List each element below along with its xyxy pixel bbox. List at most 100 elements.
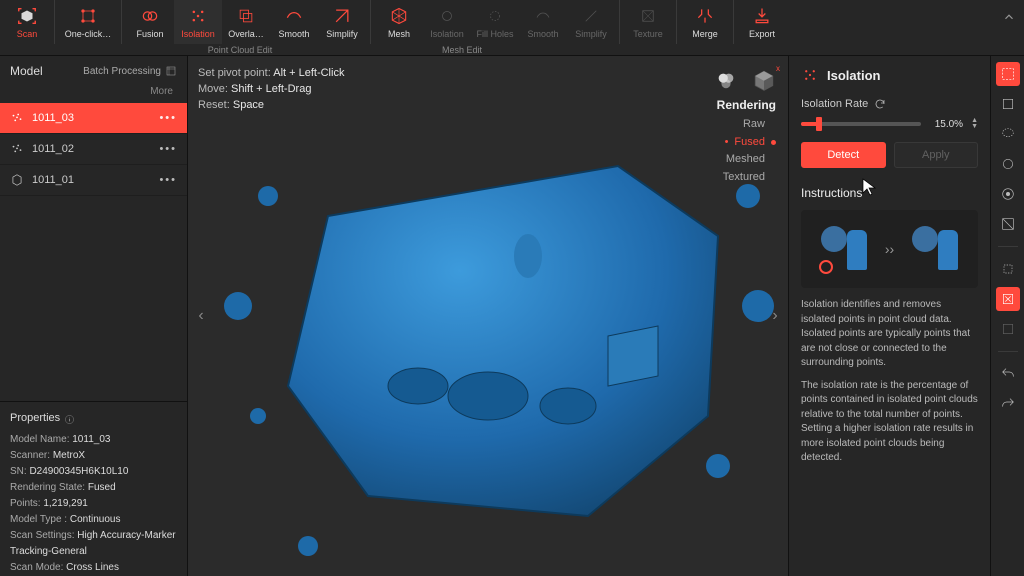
fusion-icon [139, 5, 161, 27]
fusion-button[interactable]: Fusion [126, 0, 174, 44]
fill-holes-button: Fill Holes [471, 0, 519, 44]
merge-button[interactable]: Merge [681, 0, 729, 44]
rail-clip[interactable] [996, 257, 1020, 281]
model-more-button[interactable]: More [0, 86, 187, 103]
rendering-title: Rendering [714, 98, 776, 112]
rail-redo[interactable] [996, 392, 1020, 416]
apply-button: Apply [894, 142, 979, 168]
view-cube[interactable]: x [752, 68, 776, 92]
scan-icon [16, 5, 38, 27]
render-mode-textured[interactable]: Textured [714, 169, 776, 187]
rail-select-box[interactable] [996, 92, 1020, 116]
isolation-panel-icon [801, 66, 819, 84]
rail-undo[interactable] [996, 362, 1020, 386]
overlap-label: Overla… [228, 29, 264, 39]
viewport-help: Set pivot point: Alt + Left-Click Move: … [198, 66, 344, 114]
rate-stepper[interactable]: ▲▼ [971, 118, 978, 130]
viewport-next-button[interactable]: › [766, 296, 784, 336]
scan-label: Scan [17, 29, 38, 39]
shading-toggle-button[interactable] [714, 68, 738, 92]
fusion-label: Fusion [136, 29, 163, 39]
rendering-mode-list: Raw •Fused Meshed Textured [714, 116, 776, 186]
group-label-pointcloud: Point Cloud Edit [150, 45, 330, 55]
merge-label: Merge [692, 29, 718, 39]
model-panel: Model Batch Processing More 1011_03 ••• … [0, 56, 188, 576]
isolation-rate-label: Isolation Rate [801, 98, 868, 110]
isolation-button[interactable]: Isolation [174, 0, 222, 44]
render-mode-meshed[interactable]: Meshed [714, 151, 776, 169]
isolation-rate-value: 15.0% [929, 119, 963, 130]
mesh-simplify-icon [580, 5, 602, 27]
isolation-panel-title: Isolation [827, 68, 880, 83]
slider-thumb[interactable] [816, 117, 822, 131]
mesh-smooth-label: Smooth [527, 29, 558, 39]
mesh-simplify-label: Simplify [575, 29, 607, 39]
fill-holes-icon [484, 5, 506, 27]
viewport-3d[interactable]: Set pivot point: Alt + Left-Click Move: … [188, 56, 788, 576]
rail-keep-selected[interactable] [996, 317, 1020, 341]
group-label-meshedit: Mesh Edit [372, 45, 552, 55]
overlap-button[interactable]: Overla… [222, 0, 270, 44]
rail-delete-selected[interactable] [996, 287, 1020, 311]
mesh-icon [388, 5, 410, 27]
model-item-1011-01[interactable]: 1011_01 ••• [0, 165, 187, 196]
rail-lasso[interactable] [996, 122, 1020, 146]
simplify-pc-button[interactable]: Simplify [318, 0, 366, 44]
mesh-label: Mesh [388, 29, 410, 39]
model-item-1011-02[interactable]: 1011_02 ••• [0, 134, 187, 165]
batch-processing-button[interactable]: Batch Processing [83, 65, 177, 77]
tool-rail [990, 56, 1024, 576]
more-label: More [150, 86, 173, 97]
export-button[interactable]: Export [738, 0, 786, 44]
properties-title: Properties [10, 410, 177, 428]
toolbar-collapse-button[interactable] [1002, 10, 1016, 24]
instructions-illustration: ›› [801, 210, 978, 288]
properties-panel: Properties Model Name: 1011_03 Scanner: … [0, 401, 187, 576]
texture-button: Texture [624, 0, 672, 44]
mesh-isolation-button: Isolation [423, 0, 471, 44]
mesh-simplify-button: Simplify [567, 0, 615, 44]
arrow-icon: ›› [885, 241, 894, 257]
simplify-icon [331, 5, 353, 27]
oneclick-button[interactable]: One-click… [59, 0, 117, 44]
detect-button[interactable]: Detect [801, 142, 886, 168]
main-toolbar: Scan One-click… Fusion Isolation [0, 0, 1024, 56]
viewport-overlay-panel: x Rendering Raw •Fused Meshed Textured [714, 68, 776, 186]
render-mode-fused[interactable]: •Fused [714, 134, 776, 152]
mesh-smooth-button: Smooth [519, 0, 567, 44]
merge-icon [694, 5, 716, 27]
mesh-button[interactable]: Mesh [375, 0, 423, 44]
mesh-isolation-icon [436, 5, 458, 27]
model-panel-title: Model [10, 64, 43, 78]
smooth-icon [283, 5, 305, 27]
viewport-prev-button[interactable]: ‹ [192, 296, 210, 336]
smooth-pc-button[interactable]: Smooth [270, 0, 318, 44]
isolation-label: Isolation [181, 29, 215, 39]
export-label: Export [749, 29, 775, 39]
fill-holes-label: Fill Holes [476, 29, 513, 39]
model-item-menu-button[interactable]: ••• [159, 112, 177, 124]
isolation-rate-slider[interactable] [801, 122, 921, 126]
render-mode-raw[interactable]: Raw [714, 116, 776, 134]
pointcloud-icon [10, 142, 24, 156]
rail-select-rect[interactable] [996, 62, 1020, 86]
rail-invert[interactable] [996, 182, 1020, 206]
model-item-menu-button[interactable]: ••• [159, 174, 177, 186]
rail-contrast[interactable] [996, 212, 1020, 236]
model-item-menu-button[interactable]: ••• [159, 143, 177, 155]
pointcloud-icon [10, 111, 24, 125]
model-item-label: 1011_03 [32, 112, 74, 124]
smooth-pc-label: Smooth [278, 29, 309, 39]
texture-icon [637, 5, 659, 27]
scan-button[interactable]: Scan [4, 0, 50, 44]
instructions-text: Isolation identifies and removes isolate… [801, 298, 978, 474]
overlap-icon [235, 5, 257, 27]
scanned-model-render [188, 56, 788, 576]
instructions-heading: Instructions [801, 186, 978, 200]
reset-rate-button[interactable] [874, 98, 886, 110]
mesh-icon [10, 173, 24, 187]
model-item-1011-03[interactable]: 1011_03 ••• [0, 103, 187, 134]
info-icon [64, 414, 75, 425]
export-icon [751, 5, 773, 27]
rail-brush[interactable] [996, 152, 1020, 176]
